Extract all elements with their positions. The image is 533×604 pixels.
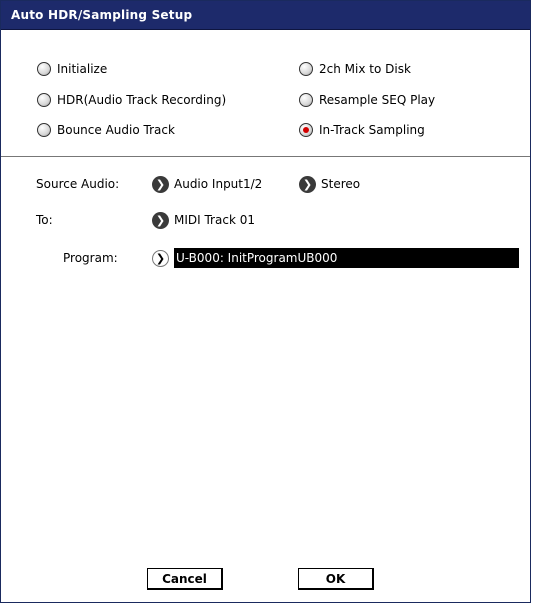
radio-button-icon[interactable]	[299, 62, 313, 76]
popup-arrow-icon[interactable]: ❯	[152, 249, 169, 267]
source-audio-mode-value: Stereo	[321, 177, 361, 191]
popup-arrow-icon[interactable]: ❯	[152, 211, 169, 229]
radio-resample-seq-play[interactable]: Resample SEQ Play	[299, 91, 435, 109]
auto-hdr-sampling-dialog: Auto HDR/Sampling Setup Initialize 2ch M…	[0, 0, 531, 603]
program-value: U-B000: InitProgramUB000	[176, 251, 338, 265]
radio-bounce-audio-track[interactable]: Bounce Audio Track	[37, 121, 175, 139]
radio-button-icon[interactable]	[37, 123, 51, 137]
radio-label: In-Track Sampling	[319, 123, 425, 137]
source-audio-input-popup[interactable]: ❯ Audio Input1/2	[152, 175, 262, 193]
section-divider	[1, 156, 530, 157]
popup-arrow-icon[interactable]: ❯	[299, 175, 316, 193]
radio-label: 2ch Mix to Disk	[319, 62, 411, 76]
program-label: Program:	[63, 251, 118, 265]
source-audio-mode-popup[interactable]: ❯ Stereo	[299, 175, 360, 193]
radio-button-icon[interactable]	[299, 93, 313, 107]
radio-in-track-sampling[interactable]: In-Track Sampling	[299, 121, 425, 139]
source-audio-label: Source Audio:	[36, 177, 120, 191]
radio-button-selected-icon[interactable]	[299, 123, 313, 137]
source-audio-input-value: Audio Input1/2	[174, 177, 263, 191]
to-track-value: MIDI Track 01	[174, 213, 255, 227]
popup-arrow-icon[interactable]: ❯	[152, 175, 169, 193]
dialog-titlebar: Auto HDR/Sampling Setup	[1, 1, 530, 30]
dialog-title: Auto HDR/Sampling Setup	[11, 8, 193, 22]
program-popup-button[interactable]: ❯	[152, 249, 174, 267]
radio-hdr-audio-track-recording[interactable]: HDR(Audio Track Recording)	[37, 91, 226, 109]
radio-label: Resample SEQ Play	[319, 93, 436, 107]
radio-button-icon[interactable]	[37, 62, 51, 76]
program-select-field[interactable]: U-B000: InitProgramUB000	[174, 248, 519, 268]
radio-button-icon[interactable]	[37, 93, 51, 107]
radio-initialize[interactable]: Initialize	[37, 60, 107, 78]
to-track-popup[interactable]: ❯ MIDI Track 01	[152, 211, 255, 229]
to-label: To:	[36, 213, 53, 227]
cancel-button[interactable]: Cancel	[147, 568, 223, 590]
radio-label: HDR(Audio Track Recording)	[57, 93, 227, 107]
radio-label: Bounce Audio Track	[57, 123, 175, 137]
ok-button[interactable]: OK	[298, 568, 374, 590]
radio-2ch-mix-to-disk[interactable]: 2ch Mix to Disk	[299, 60, 411, 78]
radio-label: Initialize	[57, 62, 108, 76]
